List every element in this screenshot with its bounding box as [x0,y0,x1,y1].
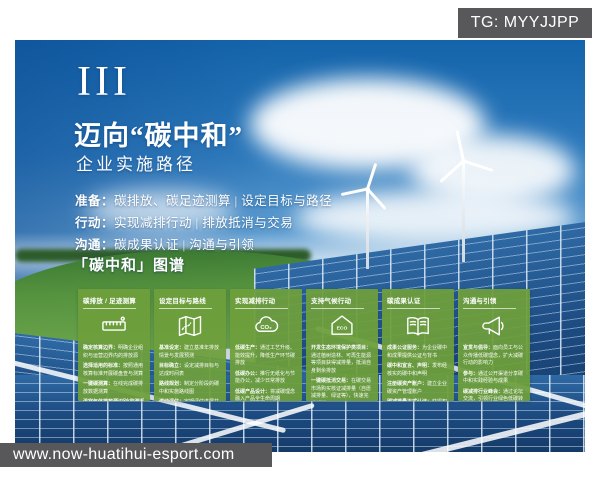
point-lead: 行动： [75,216,115,230]
point-prepare: 准备：碳排放、碳足迹测算 | 设定目标与路径 [75,190,332,212]
card-title: 实现减排行动 [235,298,276,305]
card-item: 路线规划：制定分阶段的碳中和实施路线图 [159,381,220,395]
divider [83,308,136,309]
point-lead: 准备： [75,194,115,208]
card-emission-reduction: 实现减排行动 CO₂ 低碳生产：通过工艺升级、能效提升，降低生产环节碳排放低碳办… [230,289,302,401]
card-item: 宣贯与倡导：面向员工与公众传播低碳理念，扩大减碳行动的影响力 [463,345,524,366]
card-item: 碳减排量正式认证：获得权威机构出具的认证证书 [387,399,449,401]
card-title: 碳排放 / 足迹测算 [83,298,136,305]
tg-watermark-badge: TG: MYYJJPP [458,8,592,38]
divider [387,308,440,309]
divider [311,308,364,309]
card-item: 低碳产品设计：将减碳理念融入产品全生命周期 [235,388,296,402]
card-item: 确定核算边界：明确企业组织与运营边界内的排放源 [83,345,144,359]
card-title: 设定目标与路线 [159,298,206,305]
page-title: 迈向“碳中和” [74,121,243,151]
point-text: 实现减排行动 | 排放抵消与交易 [114,216,294,230]
point-communicate: 沟通：碳成果认证 | 沟通与引领 [75,234,332,256]
card-body: 基准设定：建立基准年排放情景与发展预测 目标确立：设定减排目标与达成时间表 路线规划… [159,345,221,401]
summary-points: 准备：碳排放、碳足迹测算 | 设定目标与路径 行动：实现减排行动 | 排放抵消与… [75,190,332,256]
page-subtitle: 企业实施路径 [76,155,196,174]
card-communication: 沟通与引领 宣贯与倡导：面向员工与公众传播低碳理念，扩大减碳行动的影响力参与：通… [458,289,530,401]
point-text: 碳排放、碳足迹测算 | 设定目标与路径 [114,194,333,208]
point-act: 行动：实现减排行动 | 排放抵消与交易 [75,212,332,234]
card-item: 目标确立：设定减排目标与达成时间表 [159,363,220,377]
card-item: 碳减排行业峰会：通过论坛交流，引领行业绿色低碳转型 [463,388,524,402]
card-item: 注册碳资产账户：建立企业碳资产管理账户 [387,381,448,395]
card-body: 低碳生产：通过工艺升级、能效提升，降低生产环节碳排放低碳办公：推行无纸化与节能办… [235,345,297,401]
point-lead: 沟通： [75,238,115,252]
card-item: 参与：通过公开渠道分享碳中和实践经验与成果 [463,370,524,385]
co2-cloud-icon: CO₂ [235,311,297,341]
carbon-map-cards: 碳排放 / 足迹测算 确定核算边界：明确企业组织与运营边界内的排放源 选择适用的标… [78,289,530,401]
divider [235,308,288,309]
card-emission-accounting: 碳排放 / 足迹测算 确定核算边界：明确企业组织与运营边界内的排放源 选择适用的标… [78,289,150,401]
map-section-label: 「碳中和」图谱 [73,258,186,274]
card-body: 确定核算边界：明确企业组织与运营边界内的排放源 选择适用的标准：按照通用核算标准开… [83,345,145,401]
ruler-icon [83,311,145,341]
card-title: 支持气候行动 [311,298,352,305]
card-targets-roadmap: 设定目标与路线 基准设定：建立基准年排放情景与发展预测 目标确立：设定减排目标与达… [154,289,226,401]
card-item: 温室气体排放源识别(监测系统)：对各范围温室气体排放量进行计量与监测 [83,399,145,401]
card-title: 碳成果认证 [387,298,421,305]
card-item: 低碳生产：通过工艺升级、能效提升，降低生产环节碳排放 [235,345,296,366]
svg-text:CO₂: CO₂ [260,325,272,331]
card-certification: 碳成果认证 成果公证服务：为企业碳中和成果提供公证与背书 碳中和宣言、声明：发布经… [382,289,454,401]
eco-house-icon: ECO [311,311,373,341]
background-photo: III 迈向“碳中和” 企业实施路径 准备：碳排放、碳足迹测算 | 设定目标与路… [15,40,585,452]
turbine-pole [365,189,369,269]
divider [463,308,516,309]
card-item: 成果公证服务：为企业碳中和成果提供公证与背书 [387,345,448,359]
card-item: 开发生态环境保护类项目：通过植树造林、可再生能源等项目获得减排量，抵消自身剩余排… [311,345,372,374]
card-item: 一键碳抵消交易：在碳交易市场购买核证减排量（自愿减排量、绿证等），快速完成抵消 [311,378,372,401]
route-map-icon [159,311,221,341]
card-item: 选择适用的标准：按照通用核算标准开展碳盘查与测算 [83,363,144,377]
card-item: 一键碳测算：在线完成碳排放数据测算 [83,381,144,395]
megaphone-icon [463,311,525,341]
card-body: 开发生态环境保护类项目：通过植树造林、可再生能源等项目获得减排量，抵消自身剩余排… [311,345,373,401]
open-book-icon [387,311,449,341]
card-item: 低碳办公：推行无纸化与节能办公，减少日常排放 [235,370,296,385]
point-text: 碳成果认证 | 沟通与引领 [114,238,255,252]
svg-text:ECO: ECO [337,326,348,332]
card-item: 碳中和宣言、声明：发布经核实的碳中和声明 [387,363,448,377]
card-climate-action: 支持气候行动 ECO 开发生态环境保护类项目：通过植树造林、可再生能源等项目获得… [306,289,378,401]
site-url-watermark: www.now-huatihui-esport.com [0,443,272,467]
divider [159,308,212,309]
card-item: 滚动评估：定期评估进展并动态调整 [159,399,221,401]
turbine-pole [461,161,465,262]
card-title: 沟通与引领 [463,298,497,305]
card-body: 宣贯与倡导：面向员工与公众传播低碳理念，扩大减碳行动的影响力参与：通过公开渠道分… [463,345,525,401]
card-body: 成果公证服务：为企业碳中和成果提供公证与背书 碳中和宣言、声明：发布经核实的碳中和… [387,345,449,401]
card-item: 基准设定：建立基准年排放情景与发展预测 [159,345,220,359]
section-number: III [77,59,131,105]
